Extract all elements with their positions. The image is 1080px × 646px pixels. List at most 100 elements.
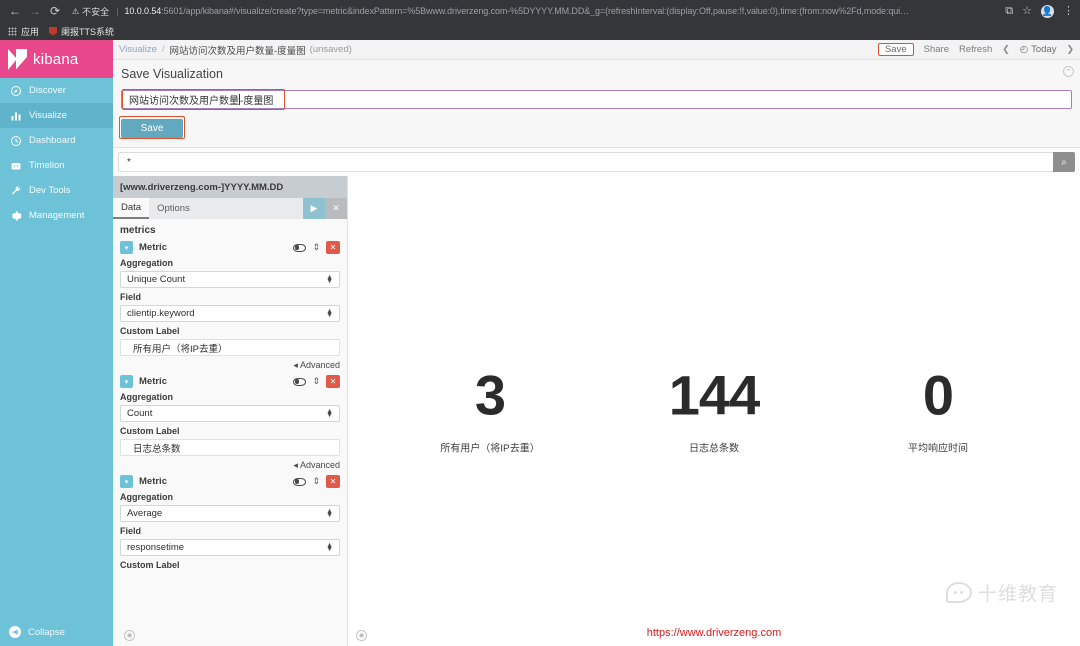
aggregation-select[interactable]: Average ▲ ▼ [120, 505, 340, 522]
tab-data[interactable]: Data [113, 198, 150, 219]
editor-tab-actions: ▶ ✕ [303, 198, 347, 219]
metric-agg-row: ▾ Metric ⇕ ✕ Aggregation Average ▲ ▼ Fie… [120, 475, 340, 570]
tab-options[interactable]: Options [149, 198, 198, 219]
drag-handle-icon[interactable]: ⇕ [312, 377, 320, 386]
kibana-logo[interactable]: kibana [0, 40, 113, 78]
custom-label-label: Custom Label [120, 426, 180, 436]
visualization-canvas: 3 所有用户（将IP去重） 144 日志总条数 0 平均响应时间 十维教育 ◉ … [348, 176, 1080, 646]
vis-editor-panel: [www.driverzeng.com-]YYYY.MM.DD Data Opt… [113, 176, 348, 646]
metric-caption: 平均响应时间 [908, 443, 968, 455]
field-select[interactable]: clientip.keyword ▲ ▼ [120, 305, 340, 322]
save-title-head: 网站访问次数及用户数量 [129, 96, 239, 107]
save-title-input[interactable]: 网站访问次数及用户数量 -度量图 [121, 89, 1072, 110]
share-button[interactable]: Share [924, 44, 949, 55]
eye-icon[interactable] [293, 243, 307, 252]
url-text: 10.0.0.54:5601/app/kibana#/visualize/cre… [125, 6, 909, 16]
drag-handle-icon[interactable]: ⇕ [312, 243, 320, 252]
metric-type-label: Metric [139, 242, 167, 253]
profile-avatar-icon[interactable]: 👤 [1041, 4, 1054, 18]
address-bar[interactable]: ⚠ 不安全 | 10.0.0.54:5601/app/kibana#/visua… [72, 3, 997, 19]
advanced-toggle[interactable]: ◂ Advanced [120, 360, 340, 371]
apply-changes-icon[interactable]: ▶ [303, 198, 325, 219]
bookmark-tts[interactable]: 阑报TTS系统 [49, 25, 114, 38]
menu-icon[interactable]: ⋮ [1063, 5, 1074, 17]
forward-icon[interactable]: → [26, 2, 44, 20]
bookmark-favicon [49, 26, 58, 36]
save-visualization-panel: Save Visualization ⌃ 网站访问次数及用户数量 -度量图 Sav… [113, 60, 1080, 148]
field-select[interactable]: responsetime ▲ ▼ [120, 539, 340, 556]
back-icon[interactable]: ← [6, 2, 24, 20]
drag-handle-icon[interactable]: ⇕ [312, 477, 320, 486]
breadcrumb-separator: / [161, 44, 165, 55]
sidebar-item-timelion[interactable]: Timelion [0, 153, 113, 178]
sidebar-item-visualize[interactable]: Visualize [0, 103, 113, 128]
aggregation-label: Aggregation [120, 492, 173, 502]
save-panel-heading: Save Visualization [121, 67, 223, 81]
metric-value: 3 [474, 363, 506, 427]
search-icon[interactable]: ⌕ [1053, 152, 1075, 172]
advanced-caret-icon: ◂ [293, 460, 298, 470]
breadcrumb-visualize[interactable]: Visualize [119, 44, 157, 55]
eye-icon[interactable] [293, 377, 307, 386]
aggregation-value: Average [127, 508, 163, 519]
star-icon[interactable]: ☆ [1022, 5, 1032, 17]
metric-header-actions: ⇕ ✕ [293, 241, 340, 254]
remove-metric-button[interactable]: ✕ [326, 475, 340, 488]
sidebar-item-dev-tools[interactable]: Dev Tools [0, 178, 113, 203]
metric-caption: 日志总条数 [689, 443, 739, 455]
metrics-section-title: metrics [120, 225, 156, 236]
browser-chrome: ← → ⟳ ⚠ 不安全 | 10.0.0.54:5601/app/kibana#… [0, 0, 1080, 40]
breadcrumb-title: 网站访问次数及用户数量-度量图 [169, 45, 306, 57]
editor-scroll-area[interactable]: metrics ▾ Metric ⇕ ✕ Aggregation Unique … [113, 219, 347, 646]
remove-metric-button[interactable]: ✕ [326, 241, 340, 254]
metric-agg-row: ▾ Metric ⇕ ✕ Aggregation Unique Count ▲ ▼ [120, 241, 340, 371]
security-indicator[interactable]: ⚠ 不安全 | [72, 5, 119, 18]
save-button[interactable]: Save [877, 43, 914, 56]
chevron-down-icon[interactable]: ▾ [120, 475, 133, 488]
aggregation-label: Aggregation [120, 392, 173, 402]
editor-viz-split: [www.driverzeng.com-]YYYY.MM.DD Data Opt… [113, 176, 1080, 646]
bookmarks-bar: 应用 阑报TTS系统 [0, 22, 1080, 40]
sidebar-collapse-button[interactable]: ◀ Collapse [0, 618, 113, 646]
visualization-collapse-icon[interactable]: ◉ [356, 630, 367, 641]
custom-label-label: Custom Label [120, 326, 180, 336]
url-host: 10.0.0.54 [124, 6, 162, 16]
cast-icon[interactable]: ⧉ [1005, 5, 1013, 17]
kibana-mark-icon [8, 48, 27, 70]
bookmark-label: 阑报TTS系统 [61, 26, 115, 37]
search-input[interactable]: * [118, 152, 1053, 172]
save-confirm-button[interactable]: Save [121, 119, 183, 138]
time-next-icon[interactable]: ❯ [1066, 44, 1074, 55]
remove-metric-button[interactable]: ✕ [326, 375, 340, 388]
time-picker[interactable]: ◴ Today [1020, 44, 1057, 55]
chevron-down-icon[interactable]: ▾ [120, 241, 133, 254]
custom-label-input[interactable]: 日志总条数 [120, 439, 340, 456]
save-title-tail: -度量图 [240, 96, 274, 107]
kibana-app: kibana Discover Visualize Dashboard Time… [0, 40, 1080, 646]
editor-collapse-icon[interactable]: ◉ [124, 630, 135, 641]
field-label: Field [120, 526, 142, 536]
chevron-down-icon[interactable]: ▾ [120, 375, 133, 388]
main-column: Visualize / 网站访问次数及用户数量-度量图 (unsaved) Sa… [113, 40, 1080, 646]
aggregation-select[interactable]: Count ▲ ▼ [120, 405, 340, 422]
discard-changes-icon[interactable]: ✕ [325, 198, 347, 219]
time-prev-icon[interactable]: ❮ [1002, 44, 1010, 55]
metric-value: 144 [668, 363, 760, 427]
metric-vis-container: 3 所有用户（将IP去重） 144 日志总条数 0 平均响应时间 [348, 363, 1080, 455]
sidebar-item-label: Dashboard [29, 135, 76, 146]
security-label: 不安全 [82, 6, 110, 17]
sidebar-item-dashboard[interactable]: Dashboard [0, 128, 113, 153]
custom-label-input[interactable]: 所有用户（将IP去重） [120, 339, 340, 356]
sidebar-item-management[interactable]: Management [0, 203, 113, 228]
advanced-toggle[interactable]: ◂ Advanced [120, 460, 340, 471]
sidebar-item-discover[interactable]: Discover [0, 78, 113, 103]
reload-icon[interactable]: ⟳ [46, 2, 64, 20]
save-panel-collapse-icon[interactable]: ⌃ [1063, 66, 1074, 77]
advanced-caret-icon: ◂ [293, 360, 298, 370]
refresh-button[interactable]: Refresh [959, 44, 992, 55]
save-title-value: 网站访问次数及用户数量 -度量图 [122, 92, 273, 107]
app-topbar: Visualize / 网站访问次数及用户数量-度量图 (unsaved) Sa… [113, 40, 1080, 60]
eye-icon[interactable] [293, 477, 307, 486]
bookmark-apps[interactable]: 应用 [8, 25, 39, 38]
aggregation-select[interactable]: Unique Count ▲ ▼ [120, 271, 340, 288]
